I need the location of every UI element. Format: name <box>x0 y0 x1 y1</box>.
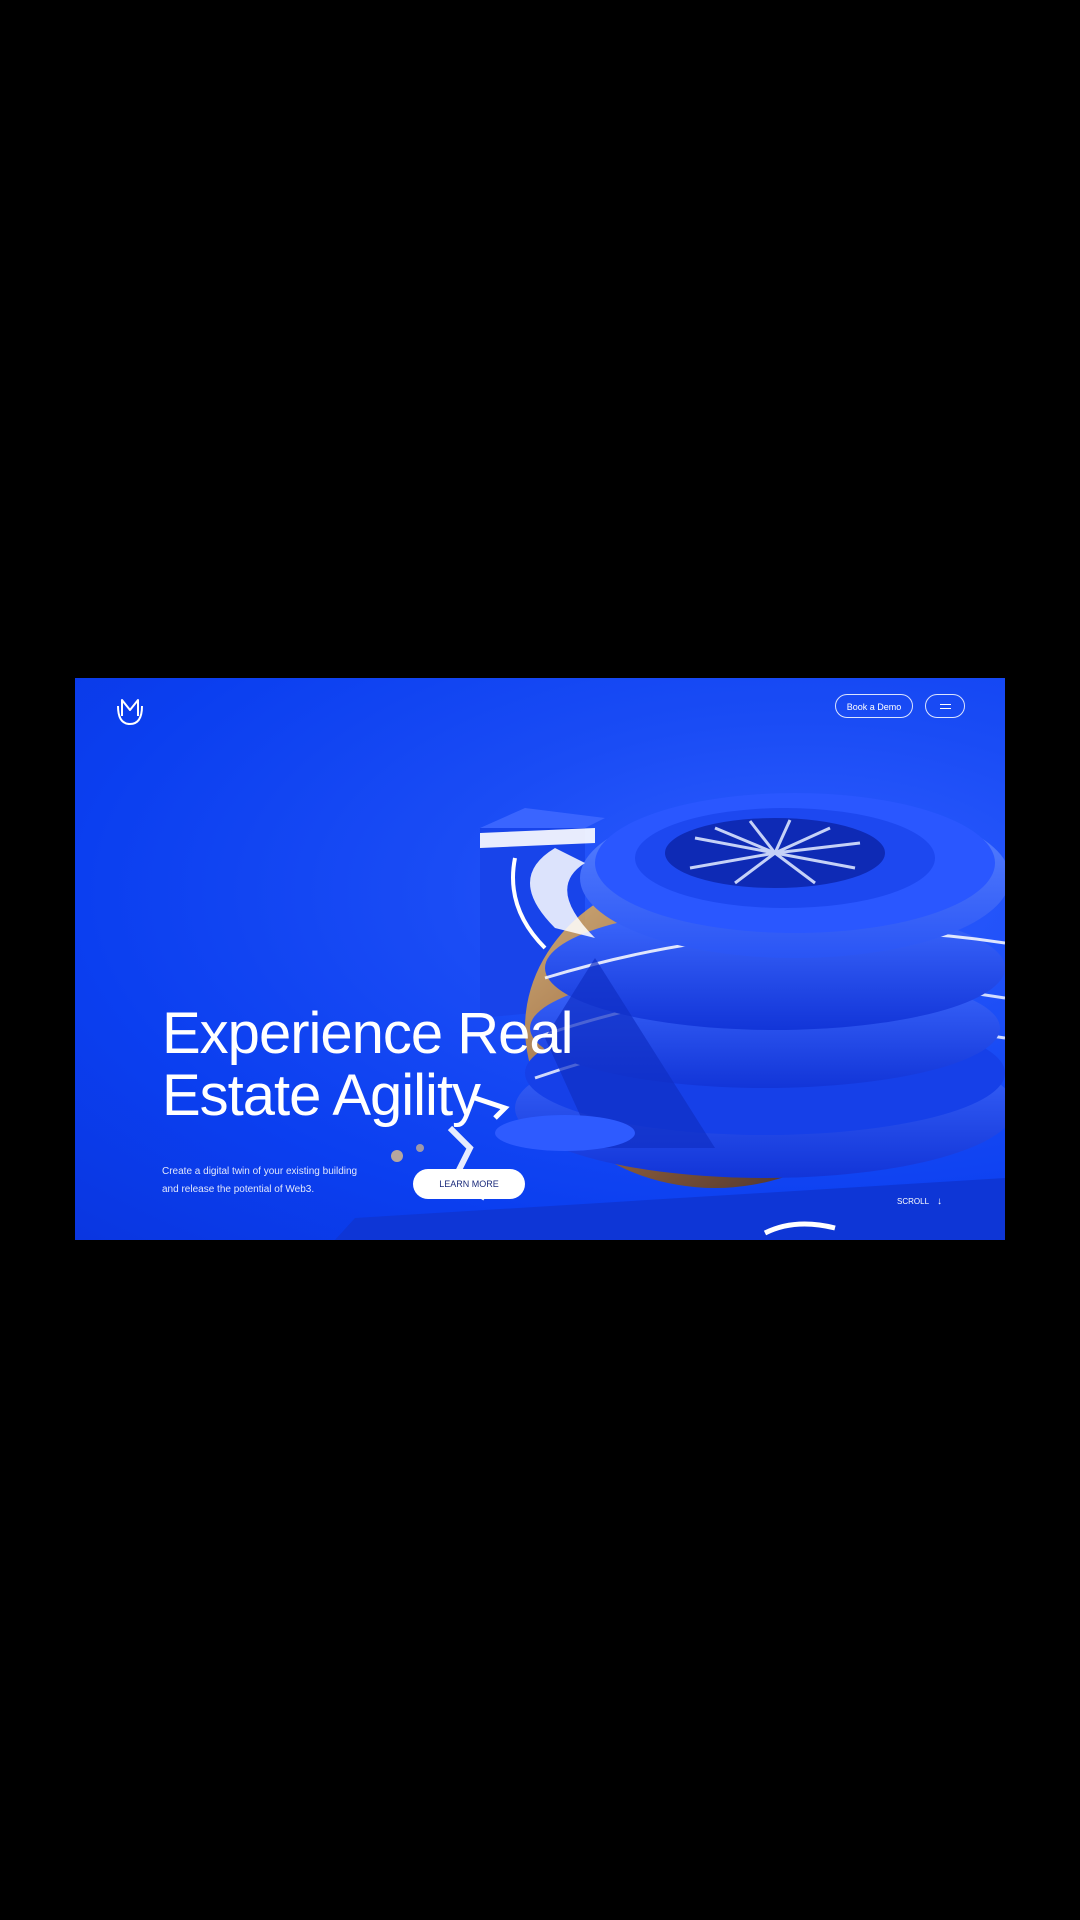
subtitle-line-2: and release the potential of Web3. <box>162 1184 315 1195</box>
menu-button[interactable] <box>925 694 965 718</box>
book-demo-button[interactable]: Book a Demo <box>835 694 913 718</box>
arrow-down-icon: ↓ <box>937 1196 943 1207</box>
headline-line-1: Experience Real <box>162 1001 574 1066</box>
learn-more-button[interactable]: LEARN MORE <box>413 1169 525 1199</box>
headline-line-2: Estate Agility <box>162 1063 481 1128</box>
scroll-label: SCROLL <box>897 1197 930 1206</box>
building-illustration <box>335 793 1005 1240</box>
hero-subtitle: Create a digital twin of your existing b… <box>162 1163 402 1199</box>
hero-headline: Experience Real Estate Agility <box>162 1003 622 1127</box>
scroll-indicator[interactable]: SCROLL ↓ <box>897 1196 942 1207</box>
hero-screenshot-frame: Book a Demo Experience Real Estate Agili… <box>75 678 1005 1240</box>
logo-icon[interactable] <box>113 694 147 728</box>
subtitle-line-1: Create a digital twin of your existing b… <box>162 1166 358 1177</box>
